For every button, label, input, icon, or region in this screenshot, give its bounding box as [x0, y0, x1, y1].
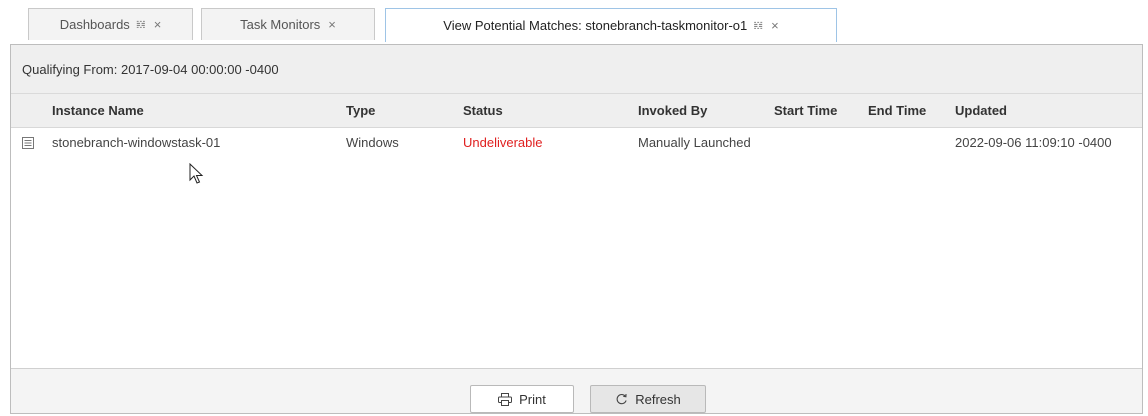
print-button[interactable]: Print — [470, 385, 574, 413]
cell-updated: 2022-09-06 11:09:10 -0400 — [955, 135, 1112, 150]
tab-label: Task Monitors — [240, 17, 321, 32]
print-label: Print — [519, 391, 546, 407]
close-icon[interactable]: × — [328, 17, 336, 32]
tab-label: View Potential Matches: stonebranch-task… — [443, 18, 748, 33]
footer-toolbar: Print Refresh — [11, 368, 1142, 413]
cell-type: Windows — [346, 135, 399, 150]
close-icon[interactable]: × — [154, 17, 162, 32]
qualifying-bar: Qualifying From: 2017-09-04 00:00:00 -04… — [11, 45, 1142, 94]
tab-task-monitors[interactable]: Task Monitors × — [201, 8, 375, 40]
grid-header: Instance Name Type Status Invoked By Sta… — [11, 94, 1142, 128]
close-icon[interactable]: × — [771, 18, 779, 33]
grid-body: stonebranch-windowstask-01 Windows Undel… — [11, 128, 1142, 368]
app-frame: Dashboards 𝍊 × Task Monitors × View Pote… — [0, 0, 1148, 416]
qualifying-text: Qualifying From: 2017-09-04 00:00:00 -04… — [22, 61, 279, 77]
pin-icon[interactable]: 𝍊 — [753, 19, 763, 32]
tab-dashboards[interactable]: Dashboards 𝍊 × — [28, 8, 193, 40]
potential-matches-panel: Qualifying From: 2017-09-04 00:00:00 -04… — [10, 44, 1143, 414]
column-header-end-time[interactable]: End Time — [868, 94, 926, 128]
column-header-invoked-by[interactable]: Invoked By — [638, 94, 707, 128]
table-row[interactable]: stonebranch-windowstask-01 Windows Undel… — [11, 128, 1142, 158]
column-header-instance-name[interactable]: Instance Name — [52, 94, 144, 128]
cell-invoked-by: Manually Launched — [638, 135, 751, 150]
details-icon[interactable] — [22, 137, 34, 149]
cell-instance-name[interactable]: stonebranch-windowstask-01 — [52, 128, 220, 158]
column-header-status[interactable]: Status — [463, 94, 503, 128]
column-header-type[interactable]: Type — [346, 94, 375, 128]
mouse-pointer-icon — [189, 163, 204, 184]
printer-icon — [498, 392, 513, 406]
refresh-icon — [615, 393, 628, 406]
tab-view-potential-matches[interactable]: View Potential Matches: stonebranch-task… — [385, 8, 837, 42]
tab-label: Dashboards — [59, 17, 130, 32]
pin-icon[interactable]: 𝍊 — [136, 18, 146, 31]
tab-bar: Dashboards 𝍊 × Task Monitors × View Pote… — [0, 0, 1148, 44]
column-header-start-time[interactable]: Start Time — [774, 94, 837, 128]
refresh-button[interactable]: Refresh — [590, 385, 706, 413]
cell-status: Undeliverable — [463, 135, 543, 150]
column-header-updated[interactable]: Updated — [955, 94, 1007, 128]
refresh-label: Refresh — [635, 391, 681, 407]
